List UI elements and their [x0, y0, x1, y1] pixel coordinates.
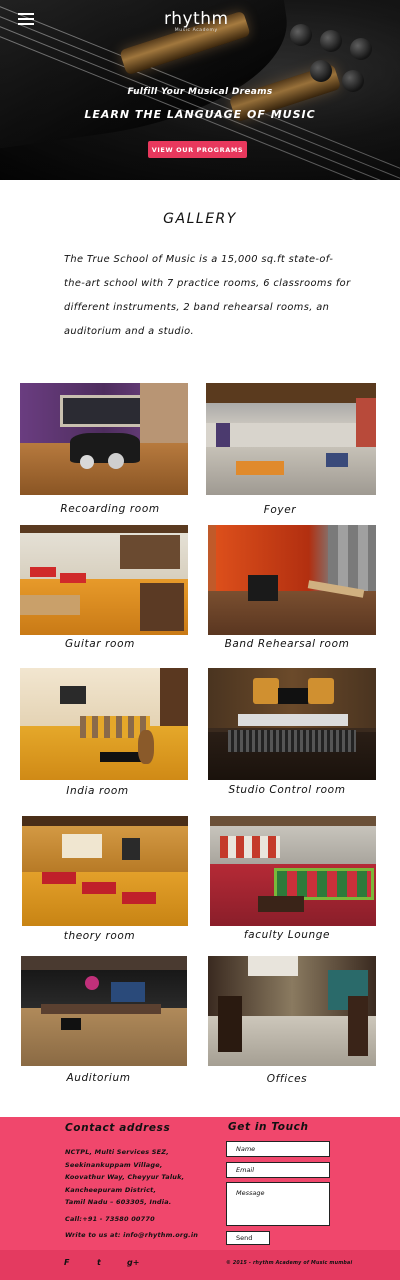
name-field[interactable]: Name [226, 1141, 330, 1157]
address-line: Tamil Nadu – 603305, India. [65, 1198, 172, 1206]
hamburger-menu-icon[interactable] [18, 13, 34, 25]
address-line: NCTPL, Multi Services SEZ, [65, 1148, 169, 1156]
message-field[interactable]: Message [226, 1182, 330, 1226]
phone-number[interactable]: Call:+91 - 73580 00770 [65, 1213, 198, 1226]
gallery-photo-offices[interactable] [208, 956, 376, 1066]
gallery-photo-india-room[interactable] [20, 668, 188, 780]
footer [0, 1117, 400, 1250]
hero-tagline: Fulfill Your Musical Dreams [127, 87, 273, 97]
address-line: Koovathur Way, Cheyyur Taluk, [65, 1173, 185, 1181]
contact-address-heading: Contact address [65, 1122, 171, 1134]
logo[interactable]: rhythm Music Academy [164, 10, 229, 33]
gallery-photo-auditorium[interactable] [21, 956, 187, 1066]
contact-address: NCTPL, Multi Services SEZ, Seekinankuppa… [65, 1146, 198, 1242]
view-programs-button[interactable]: VIEW OUR PROGRAMS [148, 141, 247, 158]
gallery-caption: India room [66, 785, 129, 797]
address-line: Seekinankuppam Village, [65, 1160, 163, 1169]
email-field[interactable]: Email [226, 1162, 330, 1178]
gallery-photo-foyer[interactable] [206, 383, 376, 495]
gallery-photo-guitar-room[interactable] [20, 525, 188, 635]
gallery-caption: theory room [63, 930, 136, 942]
gallery-title: GALLERY [163, 211, 237, 227]
twitter-icon[interactable]: t [97, 1258, 101, 1267]
gallery-intro: The True School of Music is a 15,000 sq.… [64, 254, 351, 337]
google-plus-icon[interactable]: g+ [127, 1258, 139, 1267]
address-line: Kancheepuram District, [65, 1185, 157, 1194]
gallery-caption: Guitar room [65, 638, 135, 650]
copyright-text: © 2015 - rhythm Academy of Music mumbai [226, 1261, 353, 1266]
email-link[interactable]: Write to us at: info@rhythm.org.in [65, 1229, 198, 1242]
logo-brand: rhythm [164, 9, 229, 29]
facebook-icon[interactable]: F [64, 1258, 69, 1267]
gallery-photo-studio-control-room[interactable] [208, 668, 376, 780]
gallery-photo-recording-room[interactable] [20, 383, 188, 495]
gallery-photo-band-rehearsal-room[interactable] [208, 525, 376, 635]
gallery-photo-faculty-lounge[interactable] [210, 816, 376, 926]
send-button[interactable]: Send [226, 1231, 270, 1245]
hero-headline: LEARN THE LANGUAGE OF MUSIC [84, 108, 316, 121]
gallery-caption: Auditorium [66, 1072, 131, 1084]
hero-banner: rhythm Music Academy Fulfill Your Musica… [0, 0, 400, 180]
gallery-caption: Studio Control room [228, 784, 346, 796]
gallery-caption: Recoarding room [60, 503, 160, 515]
get-in-touch-heading: Get in Touch [228, 1121, 309, 1133]
gallery-caption: faculty Lounge [243, 929, 331, 941]
gallery-photo-theory-room[interactable] [22, 816, 188, 926]
gallery-caption: Foyer [263, 504, 297, 516]
gallery-caption: Band Rehearsal room [224, 638, 350, 650]
gallery-caption: Offices [266, 1073, 308, 1085]
